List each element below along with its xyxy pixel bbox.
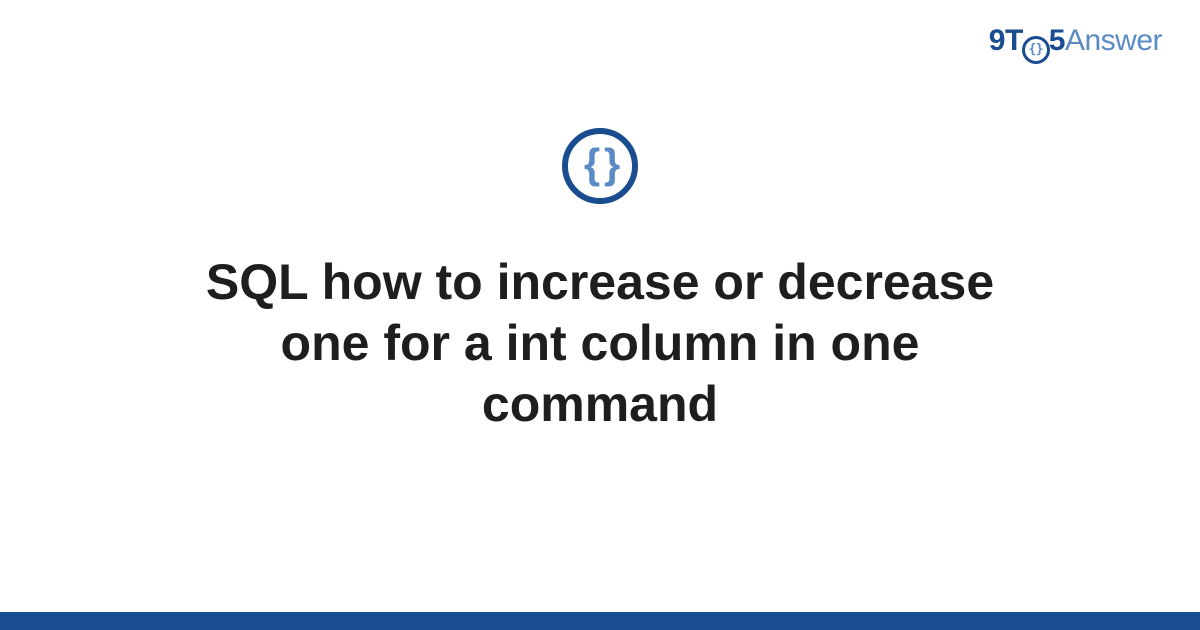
site-logo: 9T {} 5Answer (989, 24, 1162, 64)
logo-part-answer: Answer (1065, 24, 1162, 57)
logo-part-5: 5 (1049, 24, 1065, 57)
main-content: { } SQL how to increase or decrease one … (0, 128, 1200, 435)
category-badge: { } (562, 128, 638, 204)
footer-accent-bar (0, 612, 1200, 630)
logo-part-t: T (1005, 24, 1023, 57)
question-title: SQL how to increase or decrease one for … (120, 252, 1080, 435)
logo-part-9: 9 (989, 24, 1005, 57)
logo-clock-inner: {} (1028, 43, 1043, 56)
logo-clock-icon: {} (1022, 36, 1050, 64)
code-braces-icon: { } (584, 143, 616, 185)
